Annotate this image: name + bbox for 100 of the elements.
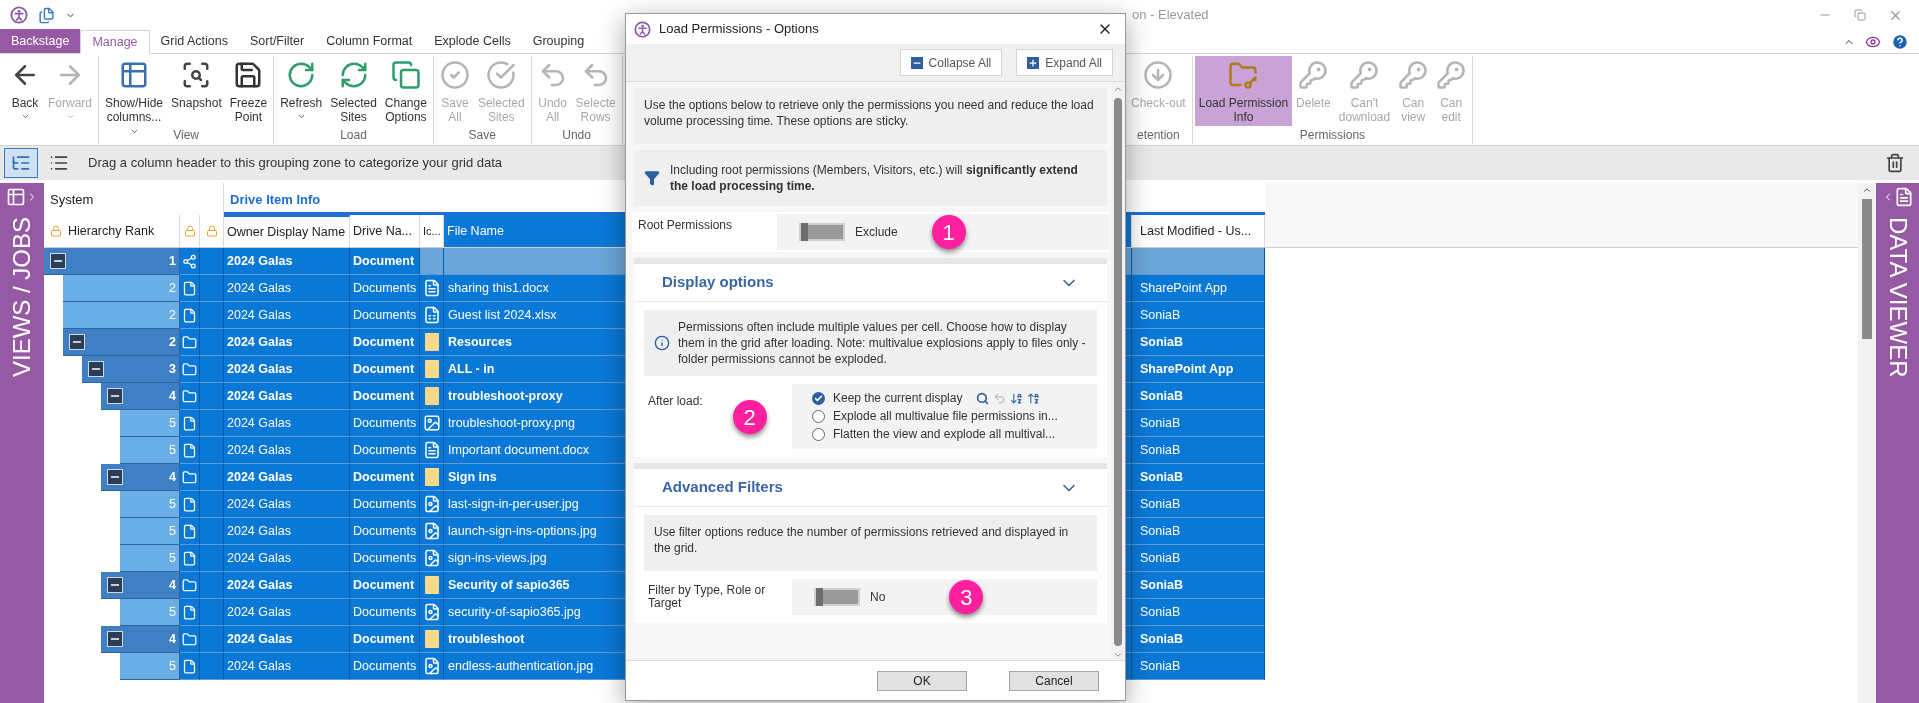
table-cell: Documents — [350, 410, 420, 437]
section-header[interactable]: Advanced Filters — [634, 469, 1107, 507]
table-cell: 2024 Galas — [224, 599, 350, 626]
scroll-up-icon[interactable] — [1862, 185, 1872, 195]
rank-number: 4 — [169, 387, 176, 405]
table-cell: Document — [350, 383, 420, 410]
ribbon-tab[interactable]: Grouping — [521, 29, 596, 53]
info-icon — [654, 335, 670, 351]
rank-number: 3 — [169, 360, 176, 378]
expand-toggle[interactable] — [88, 361, 104, 377]
folder-icon — [182, 361, 197, 377]
views-panel[interactable]: VIEWS / JOBS — [0, 183, 44, 703]
arrow-circle-icon — [1143, 60, 1174, 90]
folder-icon — [424, 360, 439, 378]
sort-descending-icon[interactable] — [1027, 392, 1041, 405]
ribbon-tab[interactable]: Sort/Filter — [238, 29, 316, 53]
table-cell: 2024 Galas — [224, 545, 350, 572]
section-header[interactable]: Display options — [634, 264, 1107, 302]
ribbon-button[interactable]: Show/Hide columns... — [101, 56, 168, 126]
key-icon — [1436, 60, 1467, 90]
scroll-thumb[interactable] — [1114, 98, 1122, 646]
toolbar-button[interactable]: Collapse All — [899, 49, 1003, 76]
help-icon[interactable] — [1891, 33, 1909, 51]
rank-number: 5 — [169, 603, 176, 621]
ribbon-button[interactable]: Snapshot — [167, 56, 226, 126]
view-toggle-button[interactable] — [4, 148, 38, 178]
rank-number: 2 — [169, 333, 176, 351]
table-cell: 2024 Galas — [224, 410, 350, 437]
dialog-button[interactable]: Cancel — [1009, 670, 1099, 691]
table-cell: SoniaB — [1132, 599, 1265, 626]
table-cell: SoniaB — [1132, 626, 1265, 653]
rank-number: 1 — [169, 252, 176, 270]
ribbon-tab[interactable]: Manage — [80, 30, 150, 54]
image-file-icon — [422, 549, 441, 567]
trash-icon[interactable] — [1885, 153, 1905, 173]
files-icon[interactable] — [38, 6, 55, 24]
column-header[interactable]: Hierarchy Rank — [44, 215, 180, 247]
expand-toggle[interactable] — [107, 388, 123, 404]
ribbon-tab[interactable]: Column Format — [315, 29, 424, 53]
radio-option[interactable]: Keep the current display — [812, 391, 963, 406]
rank-number: 5 — [169, 414, 176, 432]
table-cell: SoniaB — [1132, 329, 1265, 356]
table-cell: Document — [350, 356, 420, 383]
ribbon-button[interactable]: Back — [6, 56, 44, 126]
restore-icon[interactable] — [1854, 9, 1866, 21]
table-cell: SoniaB — [1132, 518, 1265, 545]
ribbon-tab[interactable]: Grid Actions — [149, 29, 239, 53]
file-icon — [182, 658, 197, 674]
scroll-up-icon[interactable] — [1113, 84, 1123, 94]
table-cell: Document — [350, 572, 420, 599]
toggle-switch[interactable] — [814, 588, 860, 606]
search-icon[interactable] — [976, 392, 990, 405]
table-cell: 2024 Galas — [224, 653, 350, 680]
data-viewer-label: DATA VIEWER — [1883, 217, 1913, 378]
tree-list-icon — [11, 153, 31, 173]
scrollbar[interactable] — [1858, 183, 1876, 703]
table-cell: SoniaB — [1132, 410, 1265, 437]
dialog-button[interactable]: OK — [877, 670, 967, 691]
folder-key-icon — [1228, 60, 1259, 90]
rank-number: 5 — [169, 522, 176, 540]
ribbon-button[interactable]: Change Options — [380, 56, 431, 126]
table-cell: Documents — [350, 437, 420, 464]
expand-toggle[interactable] — [50, 253, 66, 269]
toggle-switch[interactable] — [799, 223, 845, 241]
toolbar-button[interactable]: Expand All — [1016, 49, 1113, 76]
rank-number: 4 — [169, 468, 176, 486]
ribbon-button[interactable]: Load Permission Info — [1194, 56, 1293, 126]
note-text: Use filter options reduce the number of permissions retrieved and displayed in the grid. — [644, 515, 1097, 571]
rank-number: 2 — [169, 306, 176, 324]
eye-icon[interactable] — [1865, 34, 1881, 50]
folder-icon — [182, 577, 197, 593]
ribbon-button[interactable]: Selected Sites — [326, 56, 381, 126]
group-label: Permissions — [1299, 128, 1366, 142]
column-header[interactable]: Drive Na... — [350, 215, 420, 247]
file-icon — [182, 415, 197, 431]
expand-toggle[interactable] — [107, 631, 123, 647]
key-icon — [1349, 60, 1380, 90]
sort-ascending-icon[interactable] — [1010, 392, 1024, 405]
file-icon — [182, 550, 197, 566]
expand-toggle[interactable] — [107, 469, 123, 485]
expand-toggle[interactable] — [69, 334, 85, 350]
radio-option[interactable]: Explode all multivalue file permissions in... — [812, 409, 1058, 424]
table-cell: Document — [350, 248, 420, 275]
ribbon-button[interactable]: Refresh — [276, 56, 327, 126]
ribbon-tab[interactable]: Explode Cells — [423, 29, 522, 53]
group-label: etention — [1137, 128, 1180, 142]
radio-icon — [812, 410, 825, 423]
ribbon-button[interactable]: Freeze Point — [225, 56, 272, 126]
snapshot-icon — [181, 60, 212, 90]
scrollbar[interactable] — [1111, 82, 1125, 660]
expand-toggle[interactable] — [107, 577, 123, 593]
scroll-down-icon[interactable] — [1113, 650, 1123, 660]
lock-icon — [183, 225, 196, 237]
group-header: System — [44, 183, 224, 215]
group-label: Load — [340, 128, 367, 142]
scroll-thumb[interactable] — [1862, 199, 1872, 339]
data-viewer-panel[interactable]: DATA VIEWER — [1876, 183, 1919, 703]
table-cell: Documents — [350, 599, 420, 626]
group-label: Undo — [562, 128, 591, 142]
ribbon-tab[interactable]: Backstage — [0, 29, 81, 53]
